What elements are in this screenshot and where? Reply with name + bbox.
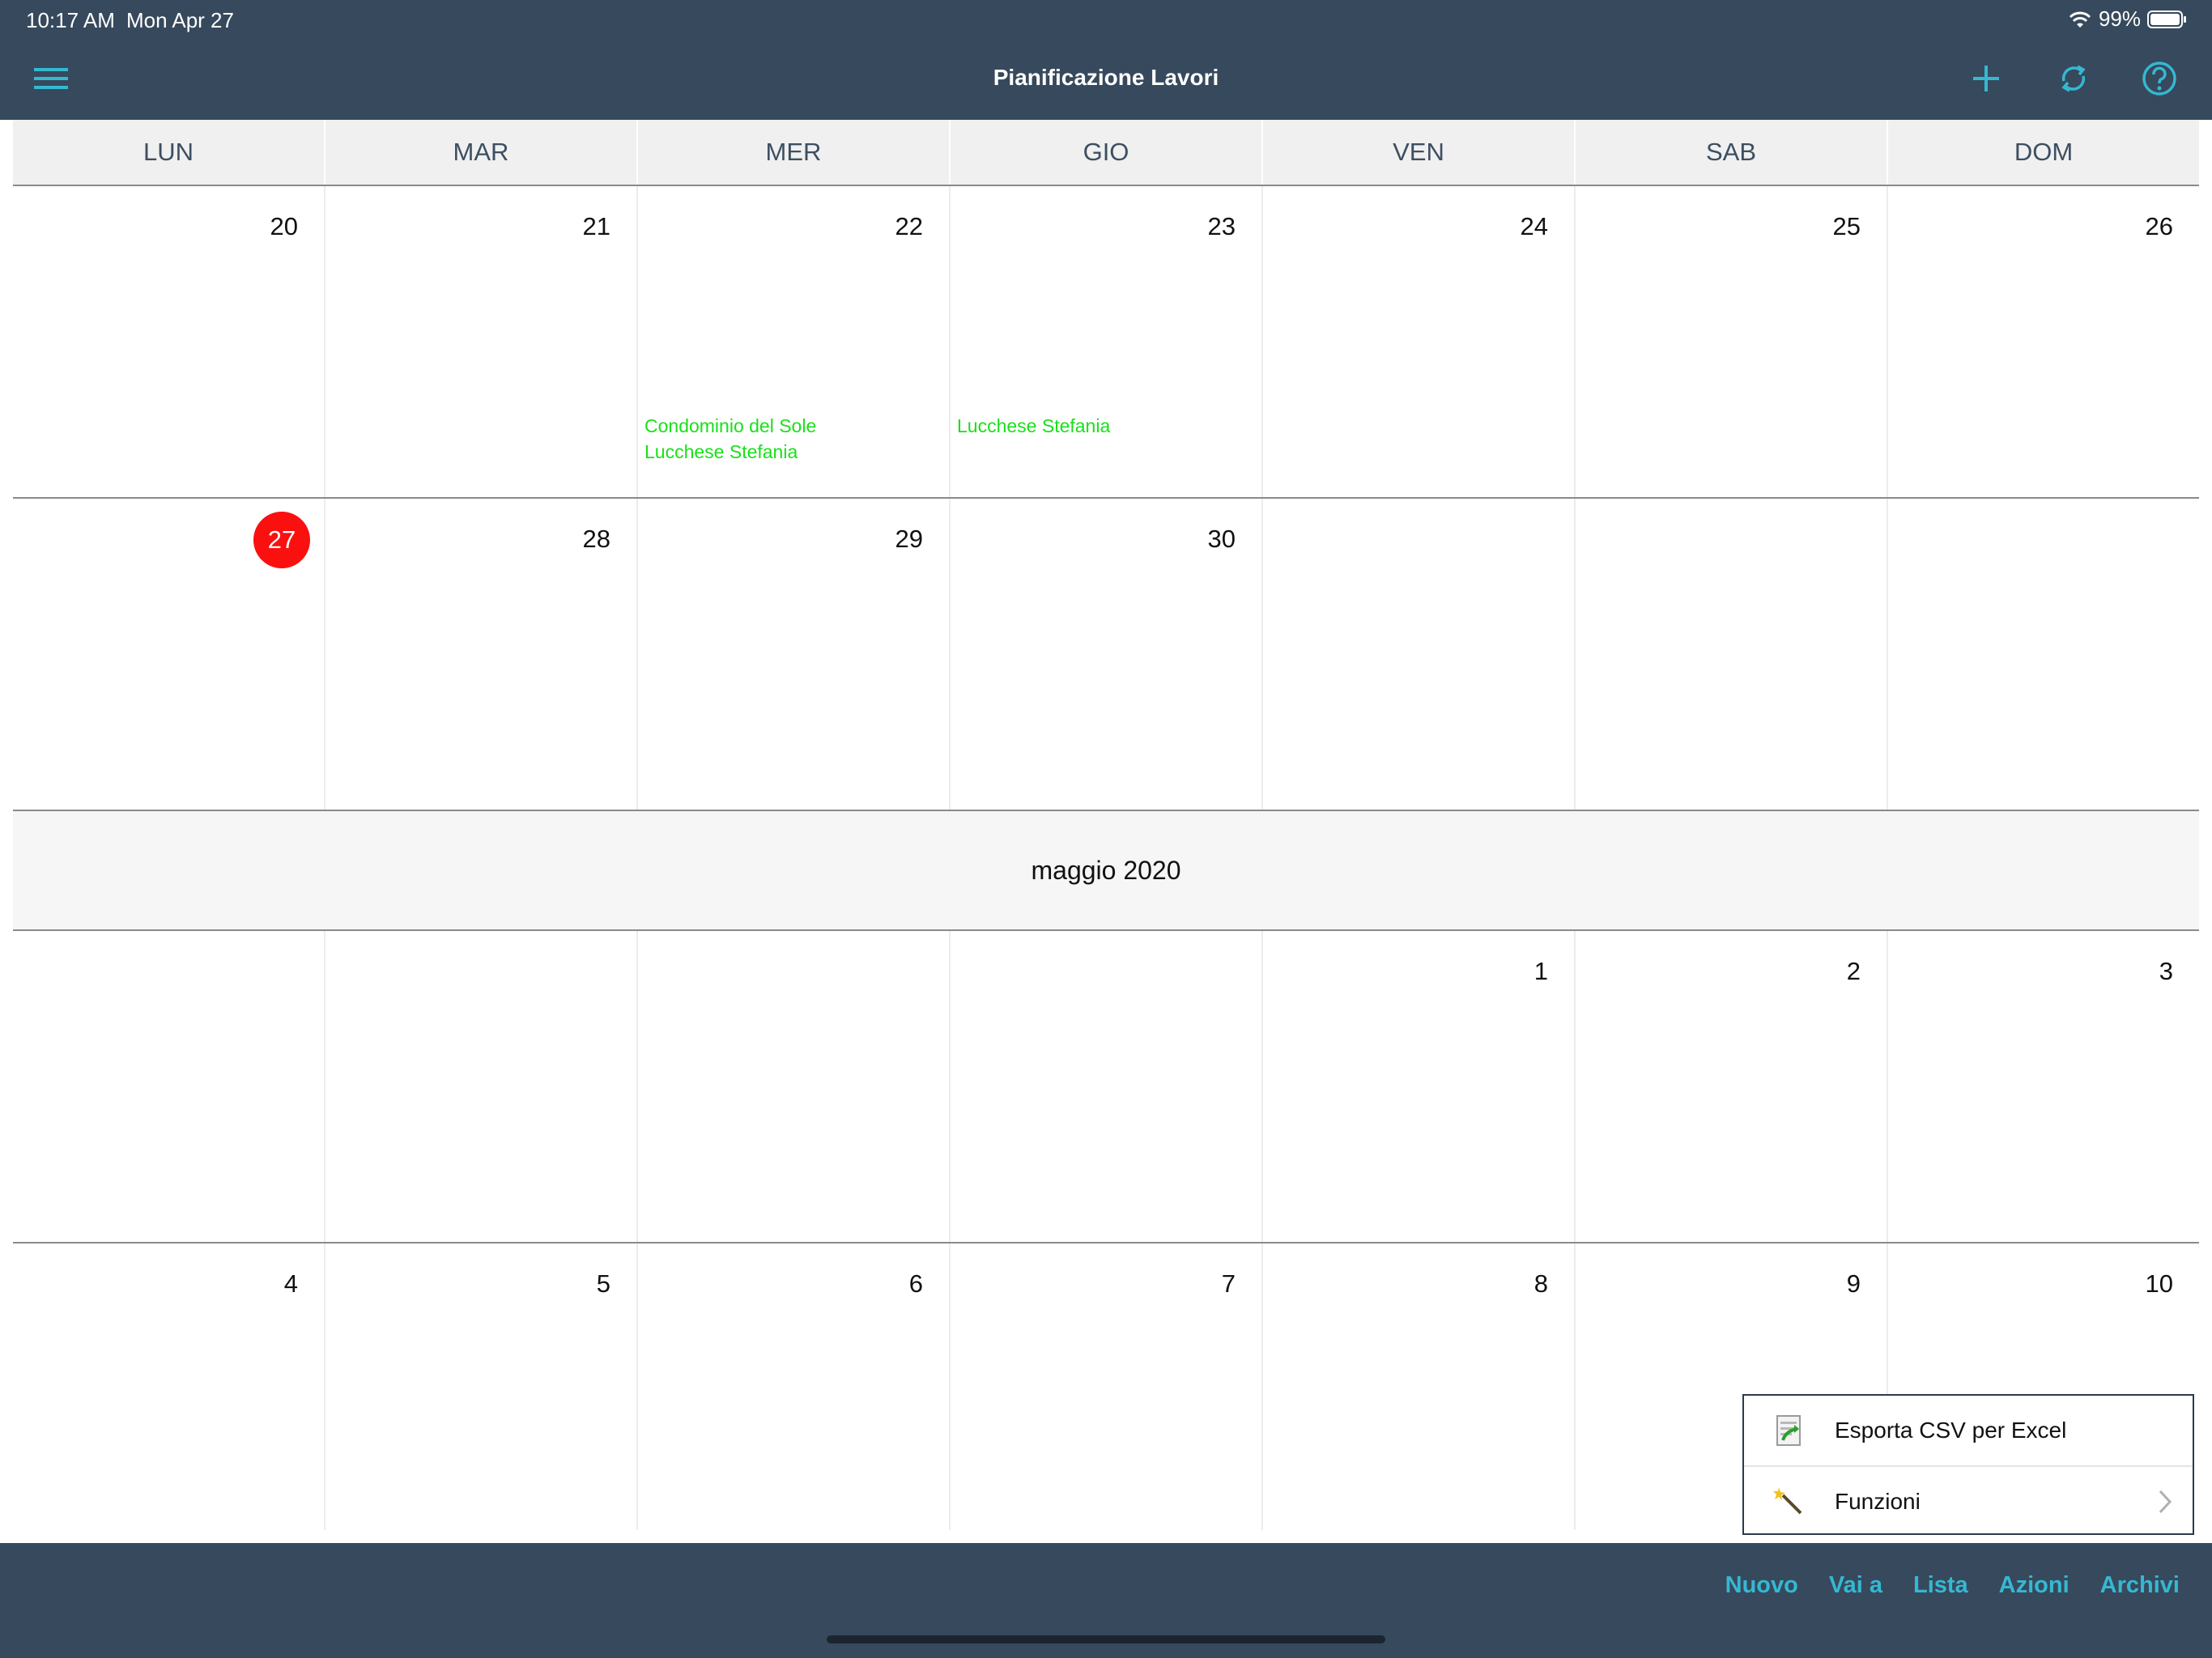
status-time: 10:17 AM <box>26 8 115 32</box>
event-item[interactable]: Lucchese Stefania <box>644 439 816 465</box>
battery-icon <box>2147 10 2186 28</box>
day-number: 26 <box>2145 212 2173 240</box>
day-number: 10 <box>2145 1269 2173 1298</box>
day-cell[interactable]: 6 <box>636 1244 949 1530</box>
day-number: 21 <box>582 212 610 240</box>
actions-button[interactable]: Azioni <box>1999 1572 2069 1599</box>
event-item[interactable]: Lucchese Stefania <box>957 413 1110 439</box>
day-cell[interactable]: 25 <box>1574 186 1887 497</box>
home-indicator[interactable] <box>827 1635 1385 1643</box>
calendar-week: 1 2 3 <box>13 931 2199 1244</box>
day-number: 3 <box>2159 957 2173 985</box>
goto-button[interactable]: Vai a <box>1829 1572 1882 1599</box>
weekday-thu: GIO <box>949 120 1261 185</box>
month-header: maggio 2020 <box>13 811 2199 931</box>
day-number: 25 <box>1832 212 1861 240</box>
day-cell[interactable]: 30 <box>949 499 1261 810</box>
weekday-sun: DOM <box>1887 120 2199 185</box>
archives-button[interactable]: Archivi <box>2100 1572 2180 1599</box>
status-date: Mon Apr 27 <box>126 8 234 32</box>
status-right: 99% <box>2068 6 2188 32</box>
calendar-week: 28 29 30 <box>13 499 2199 811</box>
help-icon[interactable] <box>2138 57 2181 100</box>
menu-item-label: Funzioni <box>1835 1489 1921 1514</box>
weekday-tue: MAR <box>324 120 636 185</box>
page-title: Pianificazione Lavori <box>993 65 1219 90</box>
day-cell[interactable]: 5 <box>324 1244 636 1530</box>
day-cell[interactable]: 7 <box>949 1244 1261 1530</box>
day-cell[interactable] <box>949 931 1261 1242</box>
day-cell[interactable] <box>1261 499 1574 810</box>
wifi-icon <box>2069 11 2091 28</box>
day-cell[interactable]: 21 <box>324 186 636 497</box>
day-number: 7 <box>1221 1269 1236 1298</box>
actions-popup-menu: Esporta CSV per Excel Funzioni <box>1742 1394 2194 1535</box>
magic-wand-icon <box>1773 1487 1802 1515</box>
day-cell[interactable] <box>324 931 636 1242</box>
day-cell[interactable] <box>1574 499 1887 810</box>
battery-percent: 99% <box>2098 6 2141 31</box>
day-cell[interactable]: 24 <box>1261 186 1574 497</box>
day-cell[interactable]: 1 <box>1261 931 1574 1242</box>
chevron-right-icon <box>2159 1490 2172 1514</box>
day-cell[interactable]: 22 Condominio del Sole Lucchese Stefania <box>636 186 949 497</box>
day-number: 28 <box>582 525 610 553</box>
menu-icon[interactable] <box>29 57 73 100</box>
toolbar-buttons: Nuovo Vai a Lista Azioni Archivi <box>1725 1572 2180 1599</box>
day-cell[interactable] <box>13 931 324 1242</box>
day-number: 24 <box>1520 212 1548 240</box>
navigation-bar: 10:17 AM Mon Apr 27 99% Pianificazione L… <box>0 0 2212 120</box>
list-button[interactable]: Lista <box>1913 1572 1968 1599</box>
day-number: 6 <box>908 1269 923 1298</box>
day-number: 1 <box>1534 957 1548 985</box>
day-cell[interactable]: 3 <box>1887 931 2199 1242</box>
day-number: 29 <box>895 525 923 553</box>
day-number: 20 <box>270 212 298 240</box>
day-number: 4 <box>283 1269 298 1298</box>
weekday-mon: LUN <box>13 120 324 185</box>
weekday-header: LUN MAR MER GIO VEN SAB DOM <box>13 120 2199 186</box>
weekday-sat: SAB <box>1574 120 1887 185</box>
menu-item-label: Esporta CSV per Excel <box>1835 1418 2067 1443</box>
day-cell[interactable]: 29 <box>636 499 949 810</box>
new-button[interactable]: Nuovo <box>1725 1572 1798 1599</box>
weekday-fri: VEN <box>1261 120 1574 185</box>
event-list: Lucchese Stefania <box>957 413 1110 439</box>
day-number: 9 <box>1846 1269 1861 1298</box>
today-badge[interactable]: 27 <box>253 512 310 568</box>
day-number: 5 <box>596 1269 610 1298</box>
add-icon[interactable] <box>1964 57 2008 100</box>
day-number: 30 <box>1207 525 1236 553</box>
day-number: 2 <box>1846 957 1861 985</box>
day-cell[interactable] <box>636 931 949 1242</box>
csv-export-icon <box>1776 1415 1801 1446</box>
calendar-week: 20 21 22 Condominio del Sole Lucchese St… <box>13 186 2199 499</box>
day-cell[interactable]: 23 Lucchese Stefania <box>949 186 1261 497</box>
day-cell[interactable]: 4 <box>13 1244 324 1530</box>
event-item[interactable]: Condominio del Sole <box>644 413 816 439</box>
day-cell[interactable]: 26 <box>1887 186 2199 497</box>
day-cell[interactable] <box>1887 499 2199 810</box>
event-list: Condominio del Sole Lucchese Stefania <box>644 413 816 465</box>
sync-icon[interactable] <box>2052 57 2095 100</box>
day-cell[interactable]: 20 <box>13 186 324 497</box>
day-cell[interactable]: 8 <box>1261 1244 1574 1530</box>
menu-item-functions[interactable]: Funzioni <box>1744 1465 2193 1537</box>
day-number: 22 <box>895 212 923 240</box>
day-number: 23 <box>1207 212 1236 240</box>
weekday-wed: MER <box>636 120 949 185</box>
menu-item-export-csv[interactable]: Esporta CSV per Excel <box>1744 1396 2193 1465</box>
day-cell[interactable]: 28 <box>324 499 636 810</box>
day-cell[interactable]: 2 <box>1574 931 1887 1242</box>
day-number: 8 <box>1534 1269 1548 1298</box>
